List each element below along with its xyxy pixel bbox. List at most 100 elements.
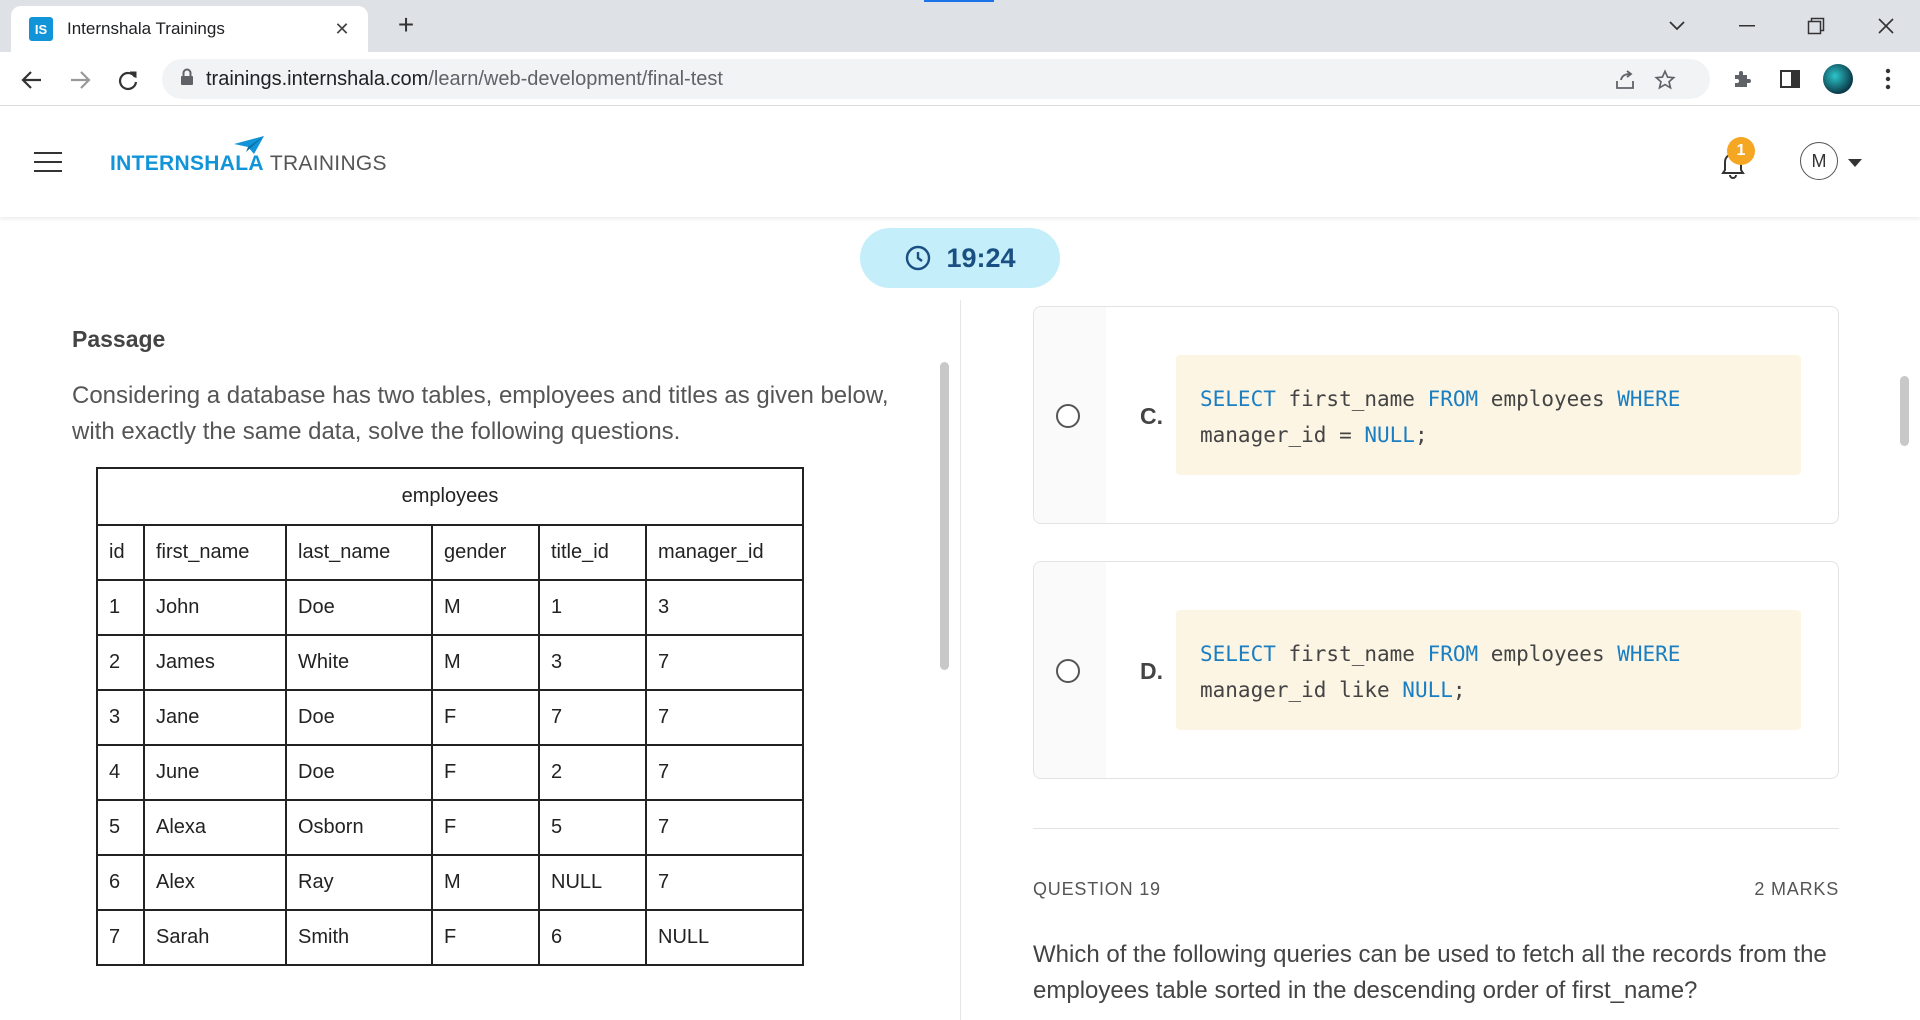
column-header: manager_id [645, 524, 804, 581]
new-tab-button[interactable]: + [390, 10, 422, 42]
close-window-icon[interactable] [1866, 8, 1906, 44]
table-cell: 1 [538, 579, 647, 636]
table-cell: 7 [645, 854, 804, 911]
table-cell: 7 [645, 634, 804, 691]
site-header: INTERN SHALA TRAININGS 1 M [0, 107, 1920, 217]
table-cell: John [143, 579, 287, 636]
menu-dots-icon[interactable] [1873, 64, 1903, 94]
logo-trainings-text: TRAININGS [269, 152, 387, 175]
table-cell: F [431, 799, 540, 856]
browser-tab-strip: IS Internshala Trainings ✕ + [0, 0, 1920, 52]
chevron-down-icon[interactable] [1848, 159, 1862, 167]
table-cell: 3 [538, 634, 647, 691]
question-text: Which of the following queries can be us… [1033, 941, 1827, 1004]
sidepanel-icon[interactable] [1775, 64, 1805, 94]
table-cell: Jane [143, 689, 287, 746]
url-text: trainings.internshala.com/learn/web-deve… [206, 67, 723, 90]
browser-toolbar: trainings.internshala.com/learn/web-deve… [0, 52, 1920, 106]
table-cell: James [143, 634, 287, 691]
address-bar[interactable]: trainings.internshala.com/learn/web-deve… [162, 59, 1710, 99]
table-row: 4 June Doe F 2 7 [96, 744, 804, 801]
notification-badge[interactable]: 1 [1727, 137, 1755, 165]
table-row: 1 John Doe M 1 3 [96, 579, 804, 636]
option-c[interactable]: C. SELECT first_name FROM employees WHER… [1033, 306, 1839, 524]
minimize-window-icon[interactable] [1727, 8, 1767, 44]
table-cell: 2 [96, 634, 145, 691]
logo-intern-text: INTERN [110, 152, 190, 175]
table-row: 5 Alexa Osborn F 5 7 [96, 799, 804, 856]
table-cell: Ray [285, 854, 433, 911]
star-icon[interactable] [1652, 67, 1678, 93]
question-divider [1033, 828, 1839, 829]
tab-loading-indicator [924, 0, 994, 2]
timer-value: 19:24 [946, 242, 1016, 273]
option-code: SELECT first_name FROM employees WHERE m… [1176, 610, 1801, 730]
table-cell: 5 [96, 799, 145, 856]
table-cell: Doe [285, 744, 433, 801]
option-code: SELECT first_name FROM employees WHERE m… [1176, 355, 1801, 475]
paper-plane-icon [234, 136, 264, 154]
table-cell: June [143, 744, 287, 801]
table-cell: M [431, 579, 540, 636]
passage-text: Considering a database has two tables, e… [72, 382, 889, 445]
table-cell: 5 [538, 799, 647, 856]
tab-title: Internshala Trainings [67, 19, 225, 38]
hamburger-icon[interactable] [34, 152, 62, 172]
table-cell: 3 [645, 579, 804, 636]
table-cell: 7 [645, 799, 804, 856]
tab-close-icon[interactable]: ✕ [330, 19, 354, 40]
question-marks: 2 MARKS [1754, 879, 1839, 899]
table-row: 6 Alex Ray M NULL 7 [96, 854, 804, 911]
table-cell: 6 [538, 909, 647, 966]
user-avatar[interactable]: M [1800, 142, 1838, 180]
table-cell: 7 [645, 689, 804, 746]
table-cell: NULL [645, 909, 804, 966]
site-favicon: IS [29, 17, 53, 41]
clock-icon [906, 245, 931, 271]
back-arrow-icon[interactable] [16, 64, 48, 96]
share-icon[interactable] [1612, 67, 1638, 93]
table-cell: Smith [285, 909, 433, 966]
table-cell: F [431, 909, 540, 966]
page-scrollbar[interactable] [1900, 376, 1909, 446]
table-cell: Sarah [143, 909, 287, 966]
passage-title: Passage [72, 326, 166, 352]
table-cell: Alexa [143, 799, 287, 856]
table-cell: F [431, 689, 540, 746]
table-row: 7 Sarah Smith F 6 NULL [96, 909, 804, 966]
restore-window-icon[interactable] [1796, 8, 1836, 44]
extensions-icon[interactable] [1727, 64, 1757, 94]
lock-icon[interactable] [180, 68, 194, 91]
table-cell: 7 [96, 909, 145, 966]
internshala-logo[interactable]: INTERN SHALA TRAININGS [110, 136, 387, 176]
employees-table: employees id first_name last_name gender… [96, 467, 804, 966]
option-letter: D. [1140, 658, 1163, 684]
test-timer: 19:24 [860, 228, 1060, 288]
table-cell: Osborn [285, 799, 433, 856]
table-cell: 4 [96, 744, 145, 801]
table-cell: Alex [143, 854, 287, 911]
column-header: gender [431, 524, 540, 581]
table-cell: Doe [285, 579, 433, 636]
option-d-radio[interactable] [1056, 659, 1080, 683]
column-header: title_id [538, 524, 647, 581]
table-cell: 6 [96, 854, 145, 911]
table-header-row: id first_name last_name gender title_id … [96, 524, 804, 581]
table-cell: F [431, 744, 540, 801]
reload-icon[interactable] [112, 64, 144, 96]
option-d[interactable]: D. SELECT first_name FROM employees WHER… [1033, 561, 1839, 779]
table-cell: 2 [538, 744, 647, 801]
tab-search-icon[interactable] [1657, 8, 1697, 44]
passage-scrollbar[interactable] [940, 362, 949, 670]
table-cell: M [431, 854, 540, 911]
option-c-radio[interactable] [1056, 404, 1080, 428]
option-letter: C. [1140, 403, 1163, 429]
browser-tab[interactable]: IS Internshala Trainings ✕ [11, 6, 368, 52]
table-cell: 1 [96, 579, 145, 636]
forward-arrow-icon[interactable] [64, 64, 96, 96]
panel-divider [960, 300, 961, 1020]
table-cell: 7 [645, 744, 804, 801]
browser-profile-avatar[interactable] [1823, 64, 1853, 94]
table-cell: Doe [285, 689, 433, 746]
table-cell: 3 [96, 689, 145, 746]
